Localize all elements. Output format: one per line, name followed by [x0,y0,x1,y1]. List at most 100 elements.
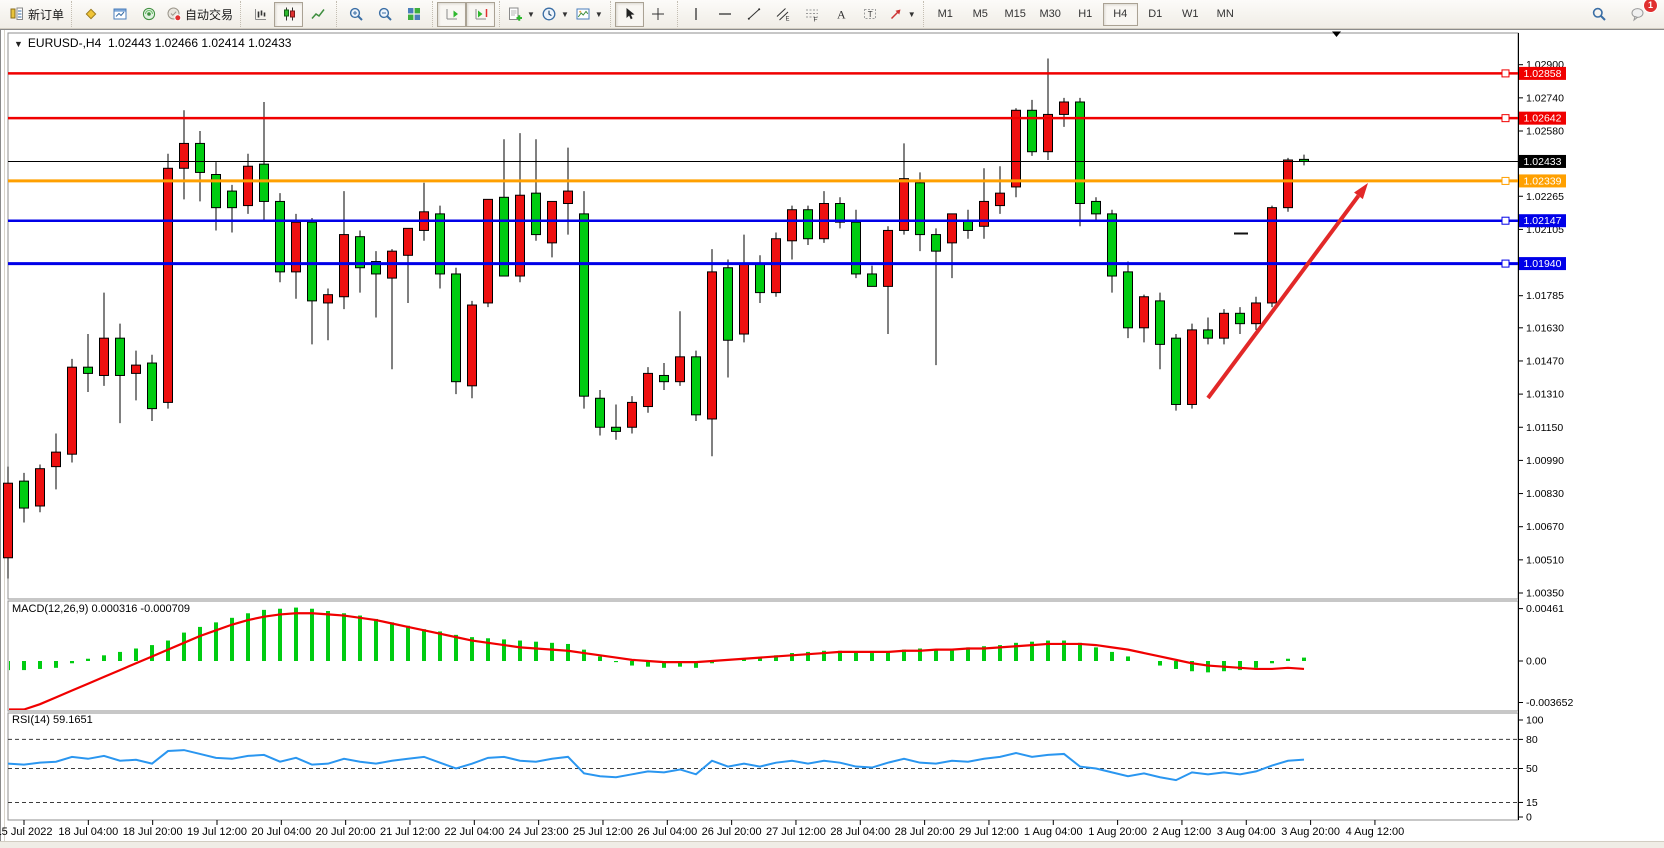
rsi-tick-label: 80 [1526,734,1538,746]
chart-panels [8,33,1519,820]
notification-badge: 1 [1643,0,1658,13]
price-tick-label: 1.01630 [1526,322,1564,334]
new-chart-dropdown[interactable]: ▼ [504,2,538,27]
zoom-in-button[interactable] [341,2,370,27]
hline-anchor[interactable] [1502,177,1509,184]
mt4-terminal: { "toolbar":{ "new_order_label":"新订单", "… [0,0,1664,847]
dropdown-caret-icon[interactable]: ▼ [908,10,916,19]
text-t-icon: T [862,6,878,22]
autotrade-icon [166,6,182,22]
horizontal-line-button[interactable] [711,2,740,27]
time-tick-label: 4 Aug 12:00 [1346,826,1405,838]
toolbar-group [240,1,336,27]
macd-indicator-label: MACD(12,26,9) 0.000316 -0.000709 [12,603,190,615]
timeframe-d1-button[interactable]: D1 [1138,3,1173,26]
rsi-tick-label: 100 [1526,715,1544,727]
new-chart-icon [507,6,523,22]
macd-tick-label: 0.00461 [1526,603,1564,615]
price-tick-label: 1.01470 [1526,355,1564,367]
rsi-tick-label: 15 [1526,797,1538,809]
arrows-tool-dropdown[interactable]: ▼ [885,2,919,27]
candlestick-chart-button[interactable] [274,2,303,27]
chart-symbol-period: EURUSD-,H4 [28,36,101,50]
auto-trading-button-label: 自动交易 [185,6,233,23]
bar-chart-button[interactable] [245,2,274,27]
dropdown-caret-icon[interactable]: ▼ [561,10,569,19]
vertical-line-button[interactable] [682,2,711,27]
notifications-button[interactable]: 1 [1623,2,1652,27]
hline-anchor[interactable] [1502,217,1509,224]
toolbar-group [432,1,499,27]
search-button[interactable] [1584,2,1613,27]
time-tick-label: 15 Jul 2022 [0,826,52,838]
vline-icon [688,6,704,22]
toolbar-group: ▼ ▼ ▼ [499,1,610,27]
price-badge-label: 1.02433 [1524,156,1562,168]
price-tick-label: 1.02265 [1526,191,1564,203]
price-tick-label: 1.01310 [1526,389,1564,401]
timeframe-h1-button[interactable]: H1 [1068,3,1103,26]
chart-ohlc-values: 1.02443 1.02466 1.02414 1.02433 [108,36,292,50]
cursor-button[interactable] [615,2,644,27]
toolbar-group: 自动交易 [71,1,240,27]
blue-window-icon [112,6,128,22]
chart-canvas: 1.029001.027401.025801.022651.021051.017… [0,0,1664,847]
tile-windows-button[interactable] [399,2,428,27]
hline-anchor[interactable] [1502,70,1509,77]
auto-scroll-button[interactable] [437,2,466,27]
channel-icon: E [775,6,791,22]
time-tick-label: 25 Jul 12:00 [573,826,633,838]
hline-anchor[interactable] [1502,260,1509,267]
time-tick-label: 20 Jul 04:00 [251,826,311,838]
crosshair-button[interactable] [644,2,673,27]
price-tick-label: 1.01150 [1526,422,1563,434]
price-tick-label: 1.02580 [1526,125,1564,137]
time-tick-label: 27 Jul 12:00 [766,826,826,838]
trendline-button[interactable] [740,2,769,27]
new-order-icon [9,6,25,22]
fibonacci-button[interactable]: F [798,2,827,27]
symbol-dropdown-arrow[interactable]: ▼ [14,39,23,49]
hline-anchor[interactable] [1502,115,1509,122]
picture-icon [575,6,591,22]
zoom-out-button[interactable] [370,2,399,27]
timeframe-m1-button[interactable]: M1 [928,3,963,26]
dropdown-caret-icon[interactable]: ▼ [595,10,603,19]
new-order-button[interactable]: 新订单 [6,2,67,27]
timeframe-w1-button[interactable]: W1 [1173,3,1208,26]
rsi-tick-label: 0 [1526,812,1532,824]
time-tick-label: 19 Jul 12:00 [187,826,247,838]
crosshair-icon [650,6,666,22]
text-label-button[interactable]: T [856,2,885,27]
timeframe-m30-button[interactable]: M30 [1033,3,1068,26]
equidistant-channel-button[interactable]: E [769,2,798,27]
timeframe-mn-button[interactable]: MN [1208,3,1243,26]
dropdown-caret-icon[interactable]: ▼ [527,10,535,19]
toolbar-group: EFAT ▼ [677,1,923,27]
price-tick-label: 1.01785 [1526,290,1564,302]
periodicity-dropdown[interactable]: ▼ [538,2,572,27]
time-tick-label: 26 Jul 04:00 [637,826,697,838]
auto-trading-button[interactable]: 自动交易 [163,2,236,27]
time-tick-label: 1 Aug 04:00 [1024,826,1083,838]
text-button[interactable]: A [827,2,856,27]
timeframe-h4-button[interactable]: H4 [1103,3,1138,26]
new-order-button-label: 新订单 [28,6,64,23]
timeframe-m5-button[interactable]: M5 [963,3,998,26]
toolbar-group [336,1,432,27]
macd-tick-label: 0.00 [1526,656,1547,668]
price-tick-label: 1.02740 [1526,92,1564,104]
chart-window-button[interactable] [76,2,105,27]
chart-shift-button[interactable] [466,2,495,27]
time-tick-label: 18 Jul 04:00 [58,826,118,838]
clock-icon [541,6,557,22]
signals-button[interactable] [134,2,163,27]
search-icon [1591,6,1607,22]
market-watch-button[interactable] [105,2,134,27]
time-tick-label: 20 Jul 20:00 [316,826,376,838]
time-tick-label: 1 Aug 20:00 [1088,826,1147,838]
timeframe-m15-button[interactable]: M15 [998,3,1033,26]
rsi-value: 59.1651 [53,714,93,726]
line-chart-button[interactable] [303,2,332,27]
templates-dropdown[interactable]: ▼ [572,2,606,27]
